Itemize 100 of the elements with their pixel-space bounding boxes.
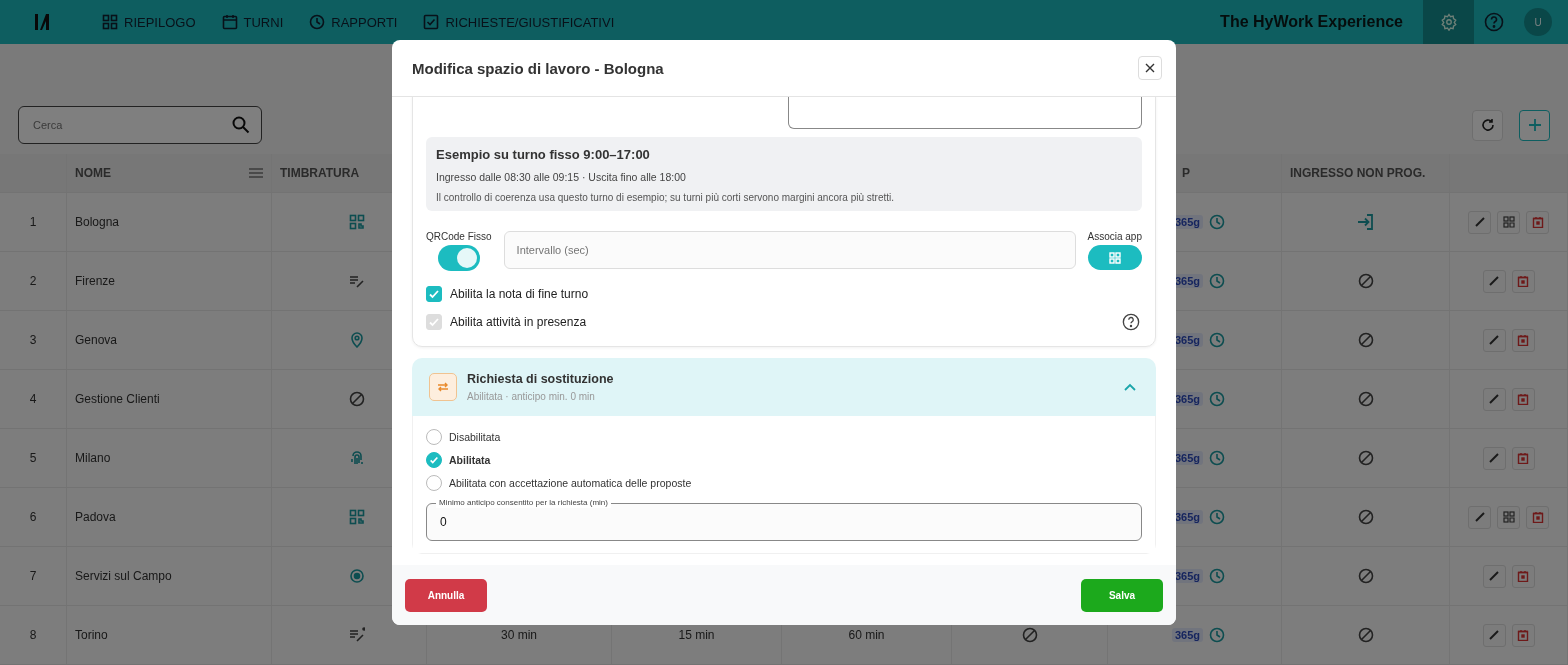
pencil-icon <box>1473 216 1486 228</box>
interval-field[interactable]: Intervallo (sec) <box>503 231 1076 269</box>
add-button[interactable] <box>1519 109 1550 141</box>
pencil-icon <box>1488 393 1500 405</box>
nav-tab[interactable]: RICHIESTE/GIUSTIFICATIVI <box>415 0 623 44</box>
calendar-delete-icon <box>1517 629 1529 641</box>
qr-code-icon <box>349 214 365 230</box>
radio-label: Abilitata con accettazione automatica delle proposte <box>449 477 692 489</box>
menu-icon[interactable] <box>249 168 263 178</box>
pencil-icon <box>1488 629 1500 641</box>
login-icon <box>1356 213 1375 231</box>
column-header: INGRESSO NON PROG. <box>1290 166 1426 180</box>
row-number: 7 <box>29 569 37 583</box>
save-button[interactable]: Salva <box>1081 578 1163 612</box>
calendar-delete-icon <box>1517 393 1529 405</box>
clock-icon <box>1209 450 1225 466</box>
help-icon[interactable] <box>1122 313 1140 331</box>
toggle-switch[interactable] <box>437 245 480 271</box>
table-cell: 60 min <box>848 628 885 642</box>
table-cell: Padova <box>75 510 116 524</box>
table-cell: Servizi sul Campo <box>75 569 172 583</box>
user-avatar[interactable]: U <box>1524 8 1552 36</box>
nav-tab[interactable]: TURNI <box>213 0 292 44</box>
accordion-header[interactable]: Richiesta di sostituzione Abilitata · anticipo min. 0 min <box>412 358 1156 416</box>
pencil-icon <box>1488 452 1500 464</box>
row-number: 4 <box>29 392 37 406</box>
qr-code-button[interactable] <box>1497 505 1520 529</box>
clock-icon <box>1209 568 1225 584</box>
calendar-delete-icon <box>1517 570 1529 582</box>
edit-button[interactable] <box>1482 387 1506 411</box>
table-cell: 15 min <box>678 628 715 642</box>
ban-icon <box>1357 568 1374 584</box>
table-cell: Gestione Clienti <box>75 392 160 406</box>
location-pin-icon <box>349 332 365 348</box>
ban-icon <box>1357 627 1374 643</box>
dialog-title: Modifica spazio di lavoro - Bologna <box>412 59 664 77</box>
logo-icon[interactable] <box>34 12 50 32</box>
chevron-up-icon[interactable] <box>1124 383 1136 391</box>
pencil-icon <box>1473 511 1486 523</box>
calendar-delete-icon <box>1531 511 1544 523</box>
note-edit-icon <box>349 273 365 289</box>
row-number: 3 <box>29 333 37 347</box>
calendar-delete-icon <box>1517 334 1529 346</box>
section-title: Richiesta di sostituzione <box>467 372 615 386</box>
clock-icon <box>1209 509 1225 525</box>
clock-icon <box>309 14 326 30</box>
search-icon[interactable] <box>232 116 250 134</box>
target-icon <box>349 568 365 584</box>
pencil-icon <box>1488 334 1500 346</box>
row-number: 5 <box>29 451 37 465</box>
checkbox-label: Abilita la nota di fine turno <box>450 287 590 301</box>
refresh-button[interactable] <box>1472 109 1503 141</box>
grid-icon <box>102 14 118 30</box>
radio-label: Disabilitata <box>449 431 501 443</box>
close-button[interactable] <box>1138 56 1162 80</box>
qr-code-icon <box>349 509 365 525</box>
delete-button[interactable] <box>1511 269 1535 293</box>
row-number: 1 <box>29 215 37 229</box>
edit-button[interactable] <box>1482 623 1506 647</box>
ban-icon <box>1357 332 1374 348</box>
qr-code-button[interactable] <box>1497 210 1520 234</box>
edit-button[interactable] <box>1482 564 1506 588</box>
fingerprint-icon <box>349 450 365 466</box>
section-subtitle: Abilitata · anticipo min. 0 min <box>467 391 596 402</box>
column-header: P <box>1182 166 1190 180</box>
search-field[interactable]: Cerca <box>18 106 262 144</box>
input-field[interactable] <box>788 97 1142 129</box>
calendar-icon <box>221 14 238 30</box>
edit-button[interactable] <box>1482 328 1506 352</box>
cancel-button[interactable]: Annulla <box>405 578 487 612</box>
table-cell: Firenze <box>75 274 115 288</box>
calendar-delete-icon <box>1517 275 1529 287</box>
delete-button[interactable] <box>1511 387 1535 411</box>
radio-label: Abilitata <box>449 454 491 466</box>
clock-icon <box>1209 273 1225 289</box>
checkbox[interactable] <box>426 286 442 302</box>
clock-icon <box>1209 627 1225 643</box>
nav-tab[interactable]: RAPPORTI <box>301 0 406 44</box>
delete-button[interactable] <box>1511 623 1535 647</box>
edit-button[interactable] <box>1482 446 1506 470</box>
delete-button[interactable] <box>1511 564 1535 588</box>
ban-icon <box>1357 273 1374 289</box>
nav-tab[interactable]: RIEPILOGO <box>94 0 204 44</box>
close-icon <box>1145 63 1155 73</box>
info-text: Il controllo di coerenza usa questo turno di esempio; su turni più corti servono margini ancora più stretti. <box>436 192 895 203</box>
qr-code-icon <box>1108 251 1121 264</box>
table-cell: Torino <box>75 628 108 642</box>
edit-button[interactable] <box>1468 210 1491 234</box>
edit-button[interactable] <box>1468 505 1491 529</box>
qr-code-button[interactable] <box>1087 245 1142 270</box>
delete-button[interactable] <box>1526 210 1549 234</box>
note-edit-icon <box>349 627 365 643</box>
delete-button[interactable] <box>1526 505 1549 529</box>
settings-button[interactable] <box>1423 0 1474 44</box>
checkbox-icon <box>423 14 440 30</box>
delete-button[interactable] <box>1511 446 1535 470</box>
delete-button[interactable] <box>1511 328 1535 352</box>
radio-button[interactable] <box>426 452 442 468</box>
brand-title: The HyWork Experience <box>1220 13 1403 31</box>
edit-button[interactable] <box>1482 269 1506 293</box>
